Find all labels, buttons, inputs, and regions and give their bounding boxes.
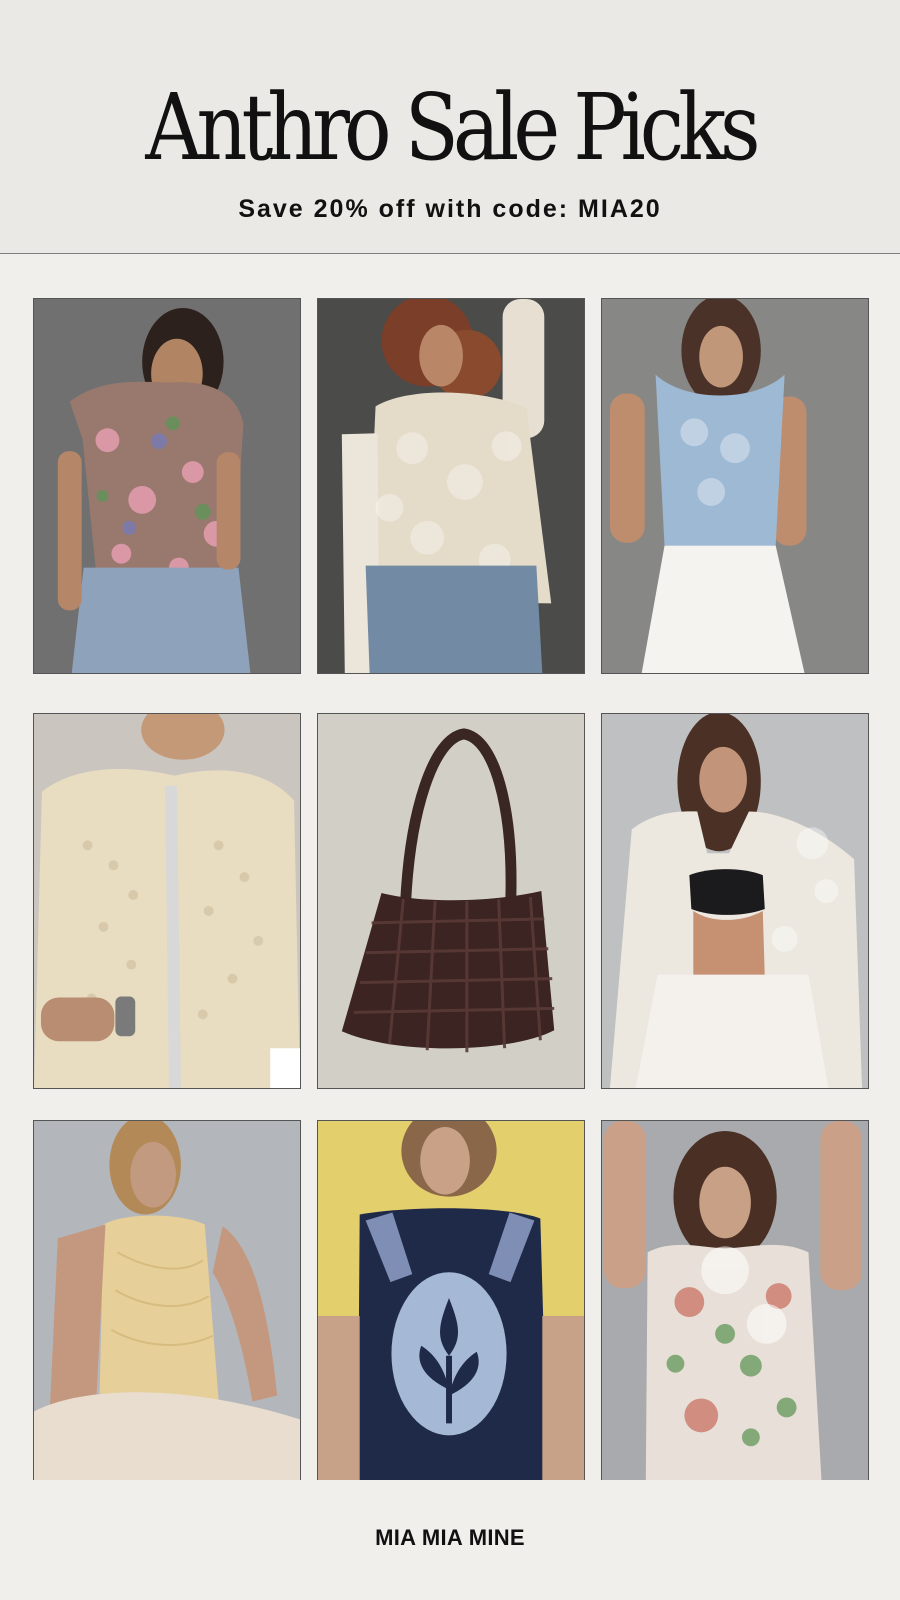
product-card-woven-bag[interactable] — [317, 713, 585, 1089]
product-image — [34, 714, 300, 1088]
product-card-lace-hoodie[interactable] — [317, 298, 585, 674]
product-image — [602, 714, 868, 1088]
header-section: Anthro Sale Picks Save 20% off with code… — [0, 0, 900, 254]
product-card-mesh-jacket[interactable] — [33, 713, 301, 1089]
product-image — [318, 299, 584, 673]
product-image — [318, 1121, 584, 1495]
product-image — [34, 1121, 300, 1495]
product-card-embroidered-denim-top[interactable] — [317, 1120, 585, 1496]
brand-name: MIA MIA MINE — [375, 1525, 525, 1550]
product-image — [602, 1121, 868, 1495]
product-image — [318, 714, 584, 1088]
promo-text: Save 20% off with code: MIA20 — [238, 195, 662, 223]
product-image — [34, 299, 300, 673]
product-card-white-shirt-jacket[interactable] — [601, 713, 869, 1089]
page-title: Anthro Sale Picks — [145, 74, 760, 181]
product-card-draped-top[interactable] — [33, 1120, 301, 1496]
product-card-floral-top[interactable] — [33, 298, 301, 674]
product-image — [602, 299, 868, 673]
product-card-sheer-floral-top[interactable] — [601, 1120, 869, 1496]
product-card-blue-lace-top[interactable] — [601, 298, 869, 674]
